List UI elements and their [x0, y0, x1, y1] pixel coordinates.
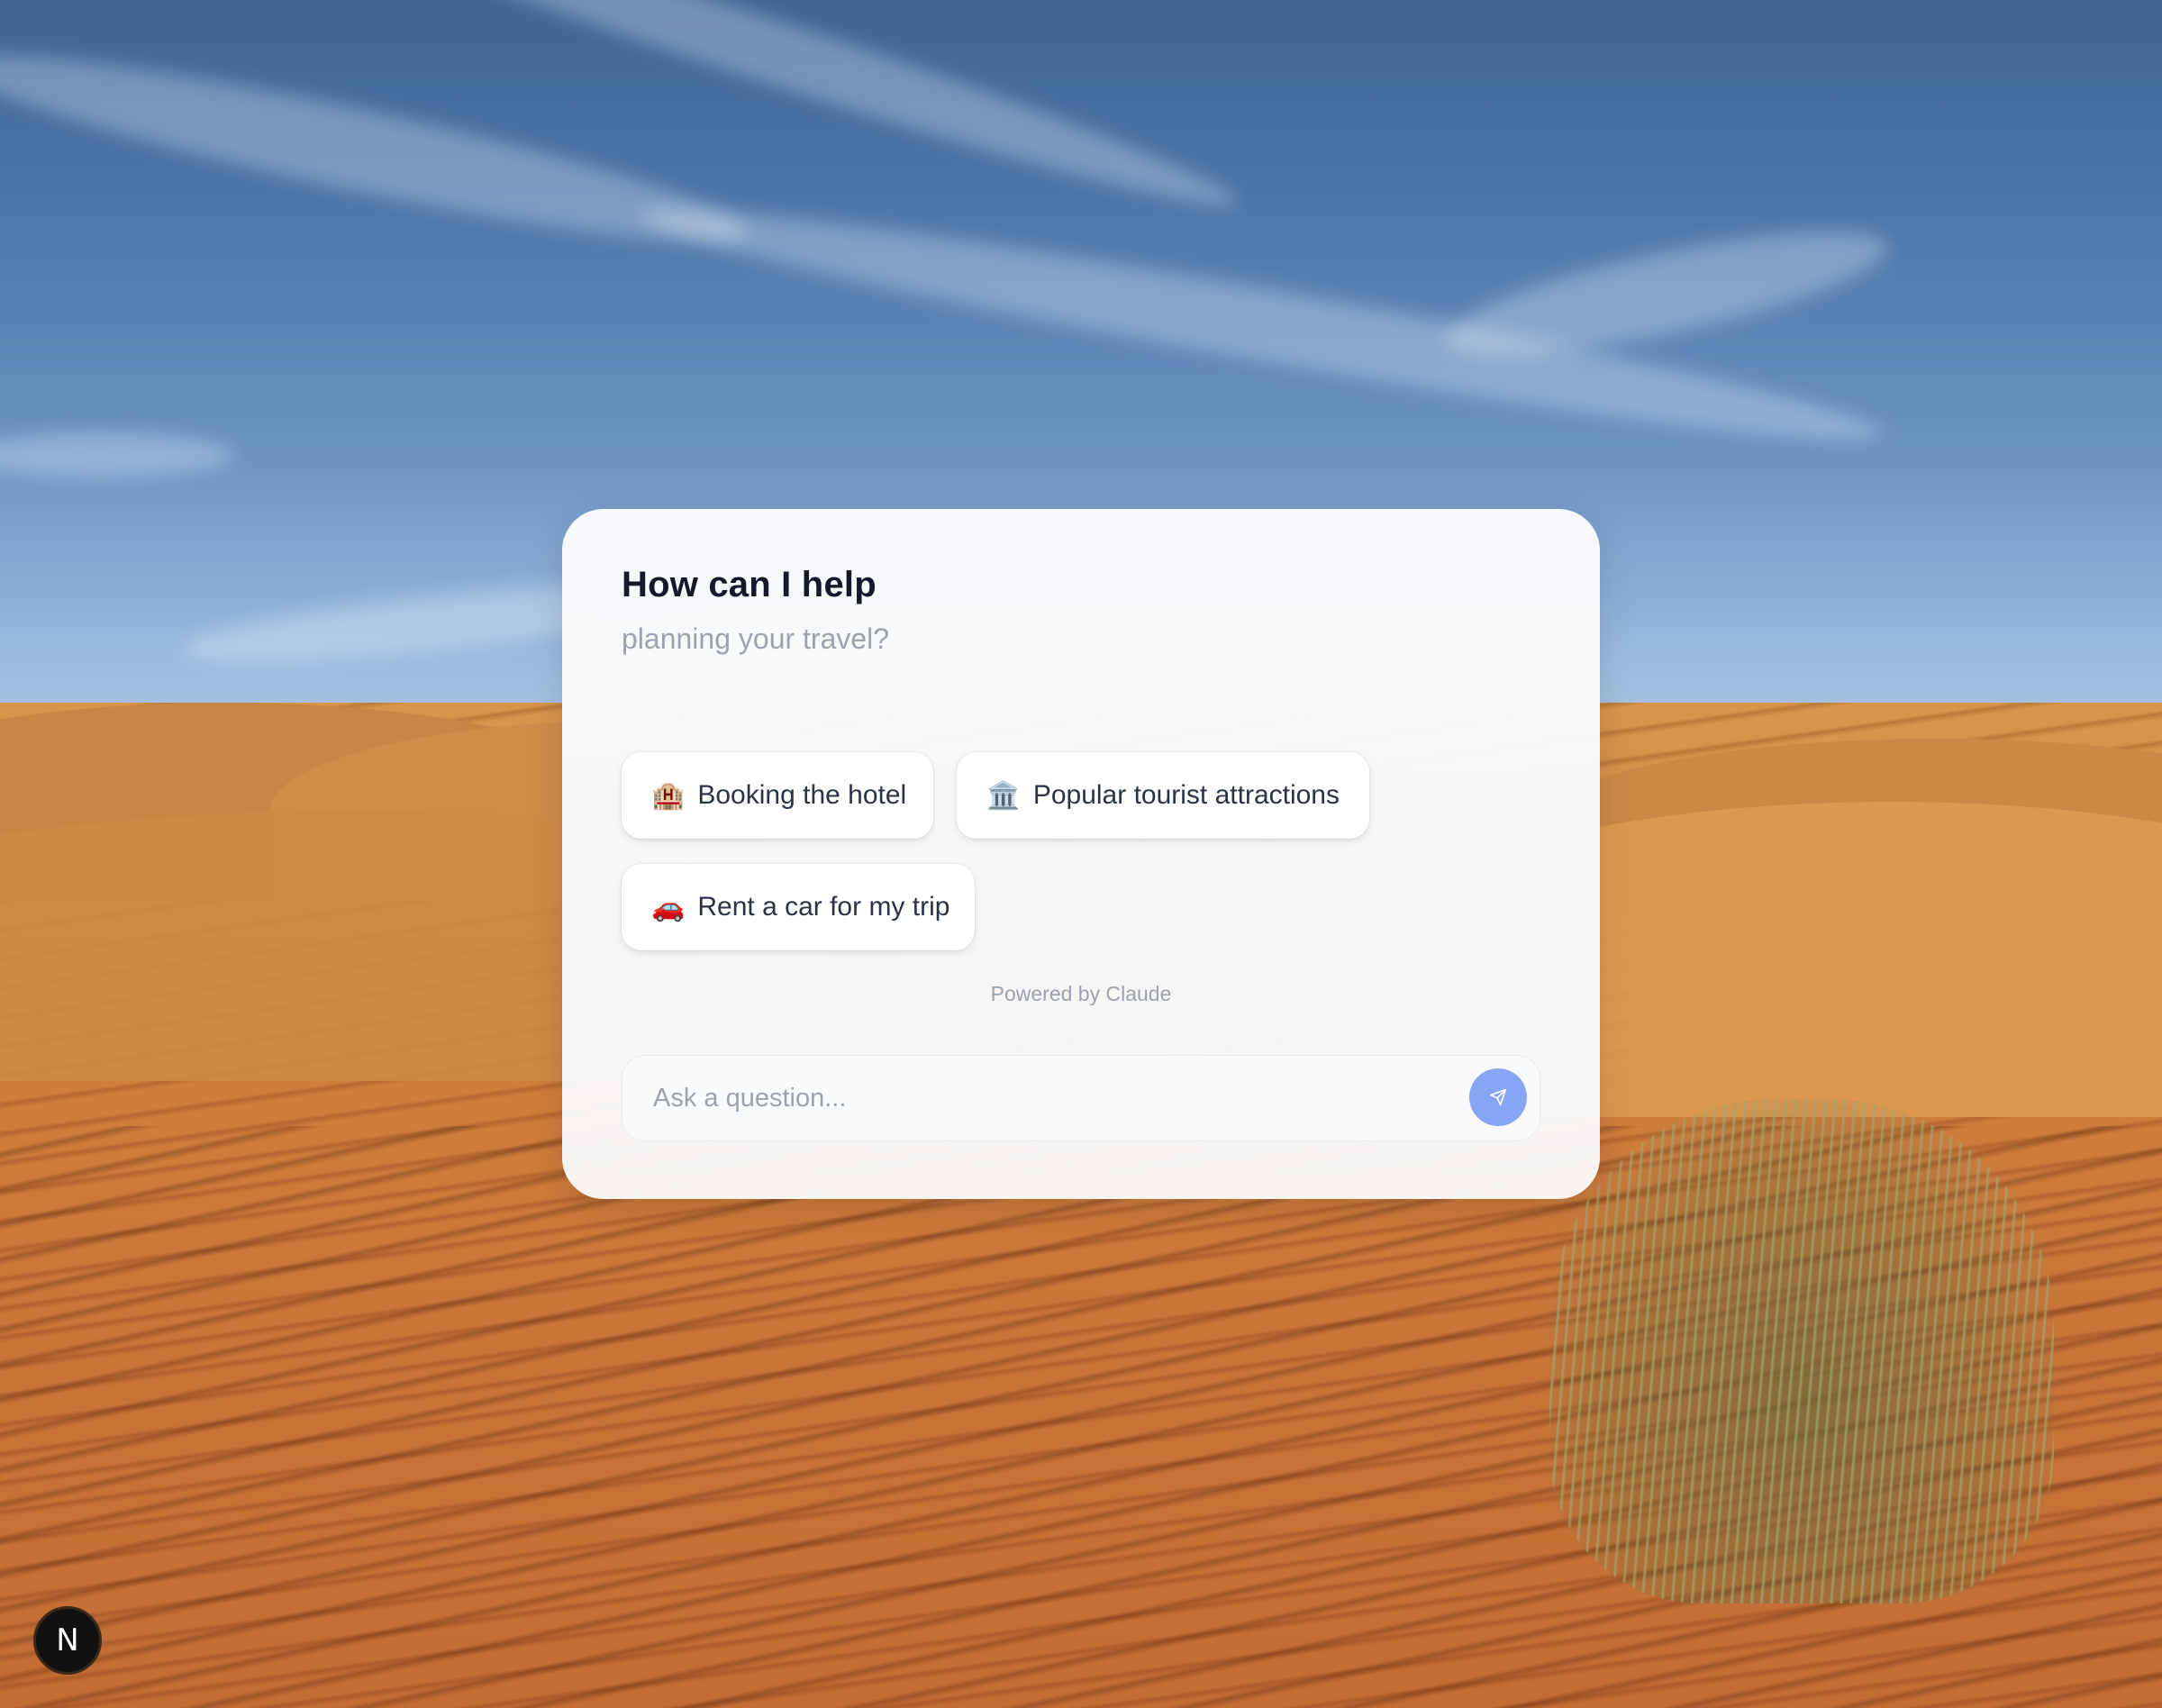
cloud	[1438, 206, 1895, 379]
suggestion-label: Rent a car for my trip	[697, 892, 950, 922]
travel-assistant-card: How can I help planning your travel? 🏨 B…	[562, 509, 1600, 1199]
cloud	[0, 432, 234, 477]
page-subtitle: planning your travel?	[622, 622, 890, 655]
send-icon	[1489, 1088, 1507, 1106]
hotel-icon: 🏨	[651, 779, 686, 812]
page-title: How can I help	[622, 565, 877, 604]
next-logo-badge[interactable]: N	[33, 1606, 102, 1675]
museum-icon: 🏛️	[986, 779, 1021, 812]
chat-input-container	[622, 1055, 1540, 1141]
suggestion-label: Booking the hotel	[697, 780, 907, 810]
desert-grass	[1549, 1099, 2054, 1604]
suggestion-booking-hotel[interactable]: 🏨 Booking the hotel	[622, 752, 933, 839]
send-button[interactable]	[1469, 1068, 1527, 1126]
scene: How can I help planning your travel? 🏨 B…	[0, 0, 2162, 1708]
car-icon: 🚗	[651, 891, 686, 923]
cloud	[0, 24, 757, 273]
suggestion-label: Popular tourist attractions	[1032, 780, 1340, 810]
question-input[interactable]	[651, 1056, 1448, 1141]
powered-by-label: Powered by Claude	[990, 982, 1172, 1005]
suggestion-rent-car[interactable]: 🚗 Rent a car for my trip	[622, 864, 975, 950]
suggestion-tourist-attractions[interactable]: 🏛️ Popular tourist attractions	[957, 752, 1369, 839]
